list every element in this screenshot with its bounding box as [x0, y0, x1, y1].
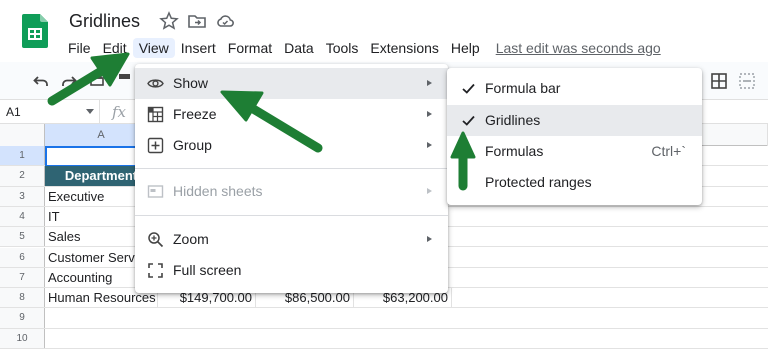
submenu-formulas-label: Formulas [485, 143, 544, 159]
submenu-protected-ranges[interactable]: Protected ranges [447, 167, 702, 198]
submenu-formula-bar-label: Formula bar [485, 80, 561, 96]
menu-tools[interactable]: Tools [320, 38, 365, 58]
view-menu-group[interactable]: Group [135, 130, 448, 161]
menu-edit[interactable]: Edit [97, 38, 133, 58]
submenu-arrow-icon [427, 111, 432, 117]
view-menu-hidden-sheets[interactable]: Hidden sheets [135, 176, 448, 207]
table-row: 10 [0, 328, 768, 349]
star-icon[interactable] [159, 11, 179, 31]
view-menu-dropdown: Show Freeze Group Hidden sheets Zoom Ful… [135, 64, 448, 293]
submenu-arrow-icon [427, 188, 432, 194]
zoom-icon [148, 232, 164, 248]
borders-icon[interactable] [710, 72, 728, 90]
view-menu-full-screen[interactable]: Full screen [135, 255, 448, 286]
view-menu-freeze[interactable]: Freeze [135, 99, 448, 130]
submenu-arrow-icon [427, 142, 432, 148]
merge-cells-icon[interactable] [738, 72, 756, 90]
view-menu-zoom[interactable]: Zoom [135, 224, 448, 255]
submenu-arrow-icon [427, 236, 432, 242]
menu-file[interactable]: File [62, 38, 97, 58]
menu-extensions[interactable]: Extensions [364, 38, 444, 58]
checkmark-icon [462, 115, 475, 126]
sheets-logo-icon[interactable] [22, 14, 48, 48]
checkmark-icon [462, 83, 475, 94]
row-number[interactable]: 3 [0, 186, 45, 206]
table-row: 9 [0, 308, 768, 329]
menu-format[interactable]: Format [222, 38, 278, 58]
redo-icon[interactable] [60, 72, 78, 90]
cloud-status-icon[interactable] [215, 11, 235, 31]
view-menu-freeze-label: Freeze [173, 106, 217, 122]
select-all-corner[interactable] [0, 124, 45, 146]
row-number[interactable]: 8 [0, 288, 45, 308]
row-number[interactable]: 6 [0, 247, 45, 267]
view-menu-full-screen-label: Full screen [173, 262, 242, 278]
name-box[interactable]: A1 [0, 100, 100, 124]
show-submenu: Formula bar Gridlines Formulas Ctrl+` Pr… [447, 68, 702, 205]
undo-icon[interactable] [32, 72, 50, 90]
submenu-gridlines-label: Gridlines [485, 112, 541, 128]
view-menu-zoom-label: Zoom [173, 231, 209, 247]
submenu-formulas[interactable]: Formulas Ctrl+` [447, 136, 702, 167]
menu-bar: File Edit View Insert Format Data Tools … [62, 37, 661, 59]
view-menu-show[interactable]: Show [135, 68, 448, 99]
menu-divider [135, 215, 448, 216]
app-header: Gridlines File Edit View Insert Format D… [0, 0, 768, 62]
row-number[interactable]: 7 [0, 267, 45, 288]
freeze-grid-icon [147, 106, 164, 123]
submenu-arrow-icon [427, 80, 432, 86]
view-menu-group-label: Group [173, 137, 212, 153]
move-folder-icon[interactable] [187, 11, 207, 31]
submenu-gridlines[interactable]: Gridlines [447, 105, 702, 136]
fx-icon: fx [112, 103, 127, 121]
row-number[interactable]: 10 [0, 328, 45, 348]
eye-icon [147, 79, 164, 88]
keyboard-shortcut: Ctrl+` [651, 143, 686, 159]
menu-view[interactable]: View [132, 38, 175, 58]
group-plus-icon [147, 137, 164, 154]
submenu-protected-ranges-label: Protected ranges [485, 174, 592, 190]
submenu-formula-bar[interactable]: Formula bar [447, 73, 702, 104]
view-menu-show-label: Show [173, 75, 209, 91]
hidden-sheet-icon [147, 185, 164, 198]
paint-format-icon[interactable] [116, 72, 134, 90]
row-number[interactable]: 4 [0, 206, 45, 227]
row-number[interactable]: 5 [0, 227, 45, 247]
menu-help[interactable]: Help [445, 38, 486, 58]
last-edit-link[interactable]: Last edit was seconds ago [496, 40, 661, 56]
fullscreen-icon [148, 263, 163, 278]
view-menu-hidden-sheets-label: Hidden sheets [173, 183, 263, 199]
print-icon[interactable] [88, 72, 106, 90]
row-number[interactable]: 9 [0, 308, 45, 328]
menu-insert[interactable]: Insert [175, 38, 222, 58]
name-box-dropdown-icon[interactable] [86, 109, 94, 114]
document-title[interactable]: Gridlines [69, 11, 140, 32]
menu-data[interactable]: Data [278, 38, 320, 58]
row-number[interactable]: 1 [0, 146, 45, 166]
row-number[interactable]: 2 [0, 166, 45, 186]
menu-divider [135, 168, 448, 169]
